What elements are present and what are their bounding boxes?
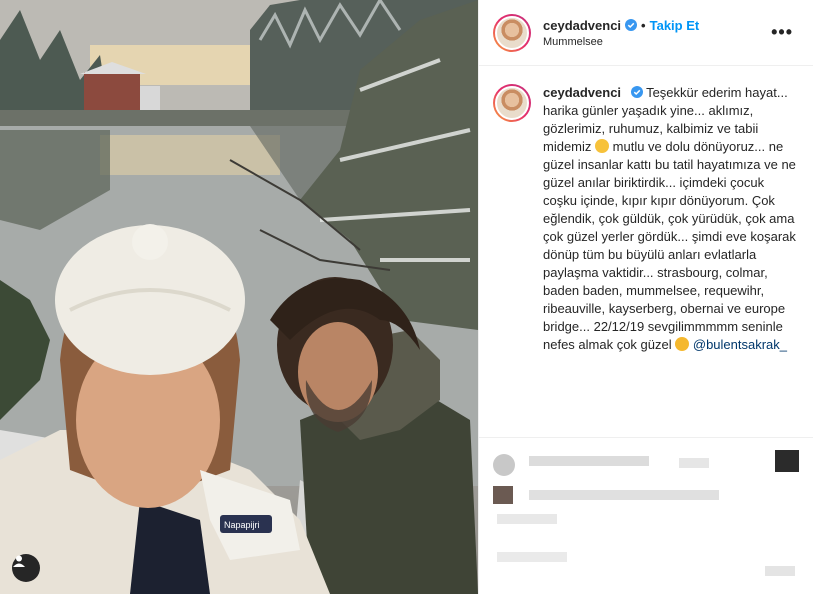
comment-avatar [493, 486, 513, 504]
heart-eyes-emoji-icon [675, 337, 690, 351]
caption-section: ceydadvenci Teşekkür ederim hayat... har… [479, 66, 813, 438]
comment-line [765, 566, 795, 576]
laughing-emoji-icon [595, 139, 610, 153]
follow-button[interactable]: Takip Et [650, 18, 700, 33]
comment-line [497, 552, 567, 562]
photo-scene: Napapijri [0, 0, 478, 594]
post-location[interactable]: Mummelsee [543, 36, 767, 48]
comments-section-pixelated [479, 438, 813, 594]
verified-badge-icon [625, 19, 638, 31]
user-icon [13, 555, 25, 567]
caption-avatar[interactable] [493, 84, 531, 122]
comment-line [497, 514, 557, 524]
caption-username[interactable]: ceydadvenci [543, 85, 621, 100]
post-photo[interactable]: Napapijri [0, 0, 478, 594]
mention-link[interactable]: @bulentsakrak_ [693, 337, 787, 352]
caption-text: ceydadvenci Teşekkür ederim hayat... har… [543, 84, 797, 437]
tagged-users-button[interactable] [12, 554, 40, 582]
post-header: ceydadvenci • Takip Et Mummelsee ••• [479, 0, 813, 66]
comment-line [529, 490, 719, 500]
post-sidebar: ceydadvenci • Takip Et Mummelsee ••• cey… [478, 0, 813, 594]
header-separator: • [641, 17, 646, 33]
more-options-icon[interactable]: ••• [767, 18, 797, 47]
comment-avatar [493, 454, 515, 476]
caption-body-2: mutlu ve dolu dönüyoruz... ne güzel insa… [543, 139, 796, 352]
comment-line [529, 456, 649, 466]
verified-badge-icon [630, 86, 643, 98]
comment-avatar [775, 450, 799, 472]
post-modal: Napapijri ceydadvenci • Takip Et Mummels… [0, 0, 813, 594]
glove-label: Napapijri [224, 520, 260, 530]
author-username[interactable]: ceydadvenci [543, 18, 621, 33]
author-avatar[interactable] [493, 13, 531, 52]
comment-line [679, 458, 709, 468]
